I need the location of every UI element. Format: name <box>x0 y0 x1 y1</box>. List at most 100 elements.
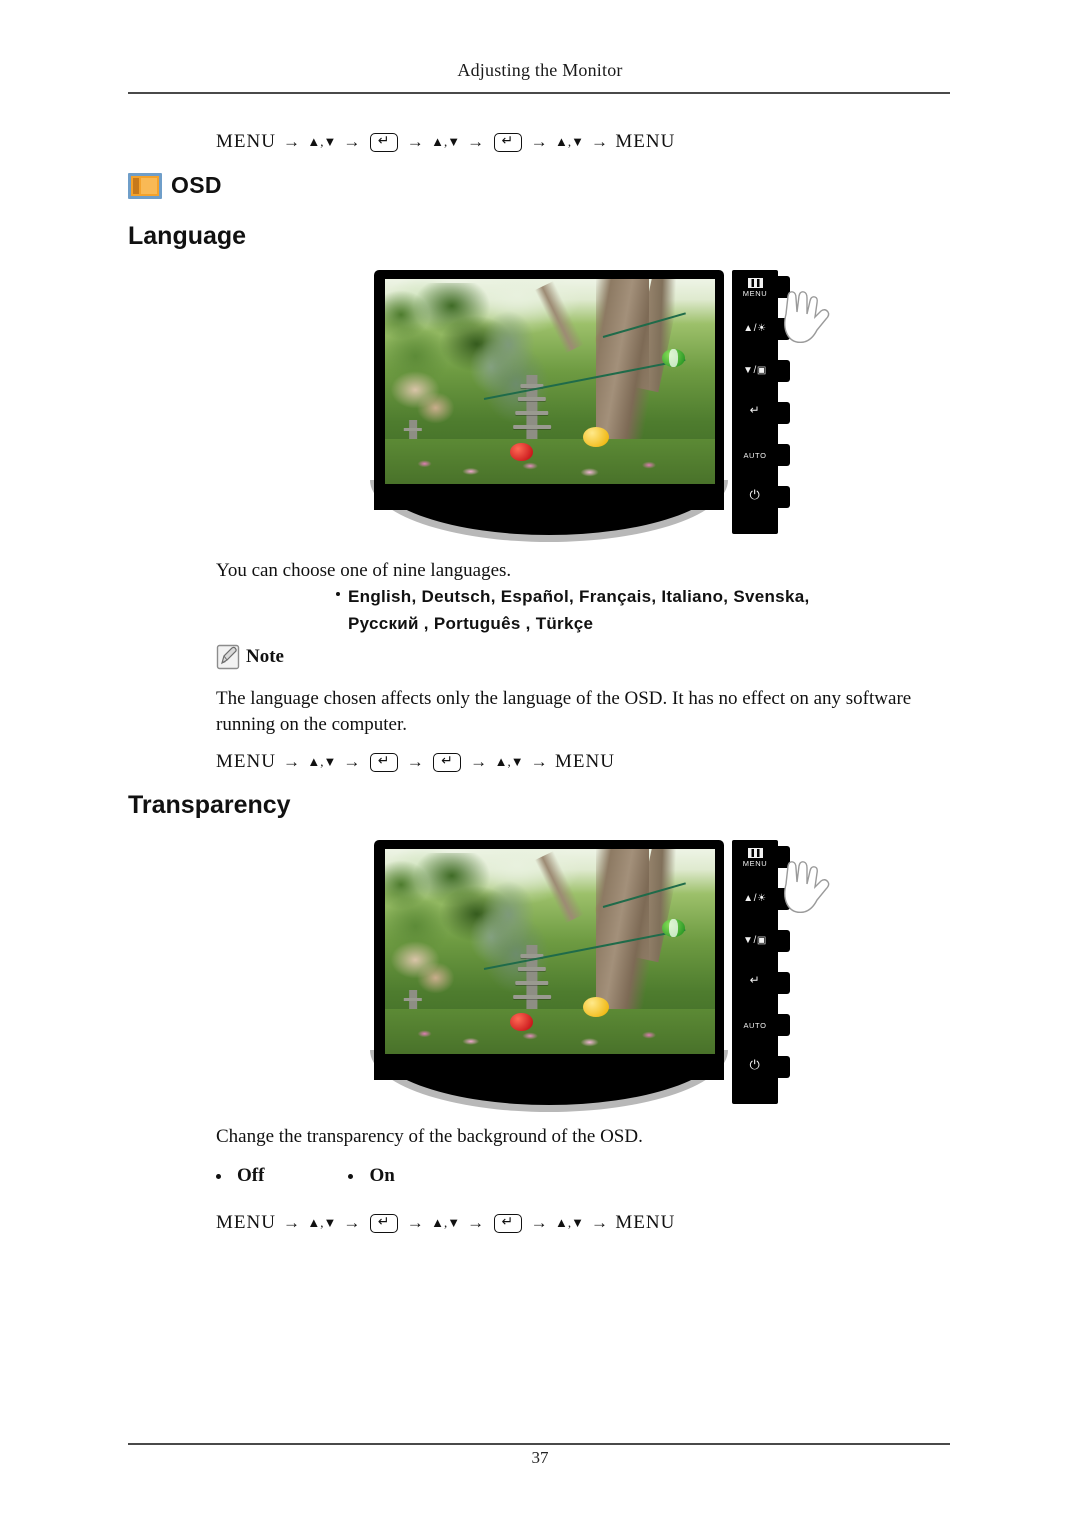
down-source-icon: ▼/▣ <box>743 365 767 376</box>
transparency-description: Change the transparency of the backgroun… <box>216 1126 643 1147</box>
nav-arrow-icon: → <box>590 132 609 151</box>
scene-flower-bed <box>385 438 715 484</box>
option-bullet <box>216 1173 221 1179</box>
nav-arrow-icon: → <box>406 752 425 771</box>
nav-menu-end: MENU <box>615 131 676 152</box>
monitor-illustration-language: MENU ▲/☀ ▼/▣ ↵ AUTO ⏻ <box>366 262 830 542</box>
language-bottom-nav-path: MENU → ▲ , ▼ → → → ▲ , ▼ → MENU <box>216 750 615 773</box>
nav-up-icon: ▲ <box>431 134 445 149</box>
hand-pointer-icon <box>784 861 830 914</box>
panel-button-down-source[interactable] <box>776 930 790 952</box>
monitor-illustration-transparency: MENU ▲/☀ ▼/▣ ↵ AUTO ⏻ <box>366 832 830 1112</box>
header-divider <box>128 92 950 94</box>
nav-menu-start: MENU <box>216 1212 276 1233</box>
note-heading: Note <box>216 644 284 670</box>
nav-arrow-icon: → <box>343 1213 361 1232</box>
transparency-option-on: On <box>348 1165 395 1187</box>
enter-icon: ↵ <box>749 403 761 417</box>
transparency-options: Off On <box>216 1165 395 1187</box>
language-list: English, Deutsch, Español, Français, Ita… <box>336 583 948 637</box>
enter-icon: ↵ <box>749 973 761 987</box>
nav-down-icon: ▼ <box>323 1215 337 1230</box>
power-icon: ⏻ <box>749 487 761 502</box>
osd-icon <box>128 172 162 199</box>
footer-divider <box>128 1443 950 1445</box>
option-label: Off <box>237 1165 265 1186</box>
panel-button-enter[interactable] <box>776 402 790 424</box>
note-label: Note <box>246 646 284 667</box>
osd-label: OSD <box>171 172 222 198</box>
panel-label-menu: MENU <box>742 859 768 868</box>
note-text: The language chosen affects only the lan… <box>216 688 912 735</box>
nav-arrow-icon: → <box>467 132 485 151</box>
panel-label-auto: AUTO <box>743 451 767 460</box>
hand-pointer-icon <box>784 291 830 344</box>
nav-arrow-icon: → <box>406 1213 425 1232</box>
nav-arrow-icon: → <box>343 132 361 151</box>
nav-enter-key-icon <box>493 1211 522 1233</box>
manual-page: Adjusting the Monitor MENU → ▲ , ▼ → → ▲… <box>0 0 1080 1527</box>
nav-arrow-icon: → <box>530 1213 548 1232</box>
nav-menu-end: MENU <box>554 751 615 772</box>
nav-down-icon: ▼ <box>447 1215 461 1230</box>
nav-enter-key-icon <box>493 130 522 152</box>
panel-button-auto[interactable] <box>776 1014 790 1036</box>
nav-down-icon: ▼ <box>323 754 337 769</box>
panel-button-down-source[interactable] <box>776 360 790 382</box>
nav-menu-start: MENU <box>216 131 276 152</box>
nav-arrow-icon: → <box>470 752 488 771</box>
transparency-option-off: Off <box>216 1165 264 1187</box>
page-header-title: Adjusting the Monitor <box>457 60 623 80</box>
option-bullet <box>348 1173 354 1179</box>
monitor-screen <box>385 849 715 1054</box>
language-list-line-1: English, Deutsch, Español, Français, Ita… <box>348 587 810 606</box>
language-top-nav-path: MENU → ▲ , ▼ → → ▲ , ▼ → → ▲ , ▼ → MENU <box>216 130 676 153</box>
panel-label-auto: AUTO <box>743 1021 767 1030</box>
monitor-screen <box>385 279 715 484</box>
nav-up-icon: ▲ <box>554 1215 568 1230</box>
nav-arrow-icon: → <box>406 132 425 151</box>
nav-down-icon: ▼ <box>571 1215 584 1230</box>
language-list-line-2: Русский , Português , Türkçe <box>348 614 594 633</box>
nav-arrow-icon: → <box>530 132 548 151</box>
monitor-control-panel: MENU ▲/☀ ▼/▣ ↵ AUTO ⏻ <box>732 840 790 1104</box>
power-icon: ⏻ <box>749 1057 761 1072</box>
transparency-section-title: Transparency <box>128 791 291 819</box>
nav-arrow-icon: → <box>282 752 301 771</box>
nav-enter-key-icon <box>369 750 398 772</box>
nav-arrow-icon: → <box>467 1213 485 1232</box>
panel-button-power[interactable] <box>776 486 790 508</box>
panel-button-power[interactable] <box>776 1056 790 1078</box>
nav-up-icon: ▲ <box>307 754 321 769</box>
nav-up-icon: ▲ <box>307 1215 321 1230</box>
down-source-icon: ▼/▣ <box>743 935 767 946</box>
scene-flower-bed <box>385 1008 715 1054</box>
nav-up-icon: ▲ <box>307 134 321 149</box>
nav-menu-start: MENU <box>216 751 276 772</box>
osd-heading: OSD <box>128 172 222 199</box>
monitor-control-panel: MENU ▲/☀ ▼/▣ ↵ AUTO ⏻ <box>732 270 790 534</box>
nav-up-icon: ▲ <box>431 1215 445 1230</box>
nav-enter-key-icon <box>369 130 398 152</box>
nav-arrow-icon: → <box>343 752 361 771</box>
nav-down-icon: ▼ <box>447 134 461 149</box>
monitor-bottom-curve <box>374 1045 724 1105</box>
nav-down-icon: ▼ <box>323 134 337 149</box>
brightness-up-icon: ▲/☀ <box>743 323 767 334</box>
brightness-up-icon: ▲/☀ <box>743 893 767 904</box>
nav-arrow-icon: → <box>282 132 301 151</box>
note-pencil-icon <box>216 644 240 670</box>
nav-enter-key-icon <box>369 1211 398 1233</box>
nav-arrow-icon: → <box>590 1213 609 1232</box>
monitor-bottom-curve <box>374 475 724 535</box>
option-label: On <box>369 1165 395 1186</box>
nav-arrow-icon: → <box>530 752 548 771</box>
nav-arrow-icon: → <box>282 1213 301 1232</box>
nav-down-icon: ▼ <box>571 134 584 149</box>
panel-button-enter[interactable] <box>776 972 790 994</box>
nav-down-icon: ▼ <box>510 754 524 769</box>
nav-menu-end: MENU <box>615 1212 676 1233</box>
page-number: 37 <box>531 1448 549 1467</box>
panel-button-auto[interactable] <box>776 444 790 466</box>
language-list-bullet <box>336 592 340 596</box>
